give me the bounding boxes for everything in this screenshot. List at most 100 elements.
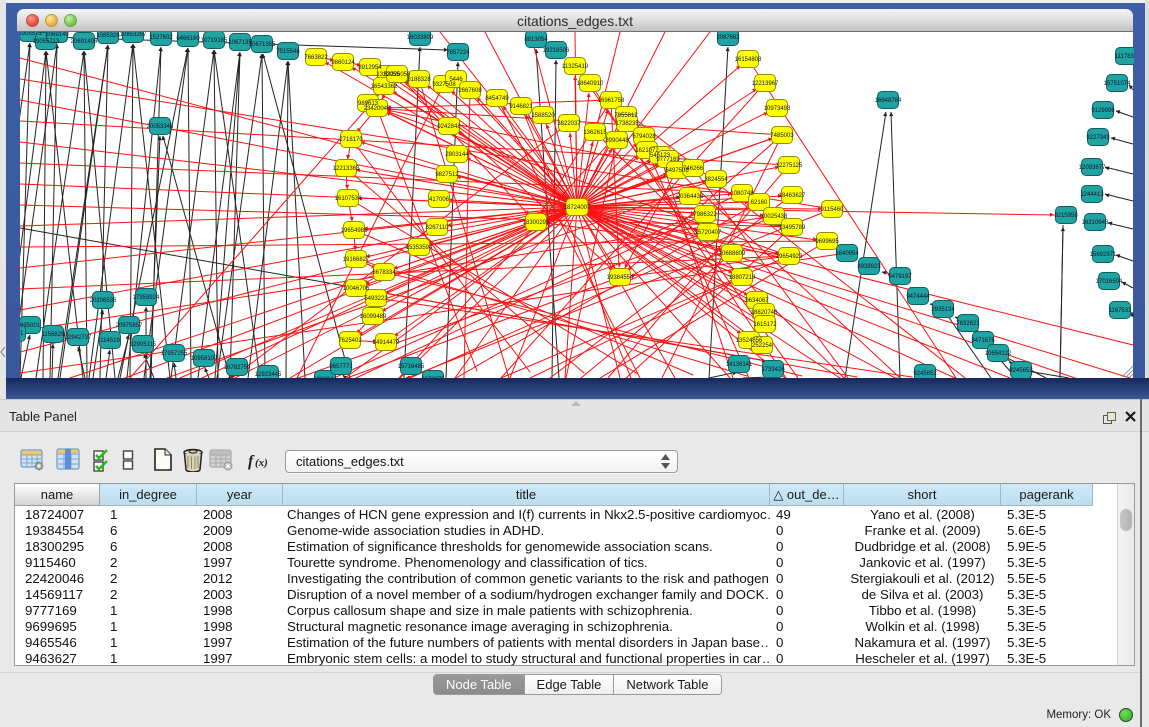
svg-text:9242848: 9242848 bbox=[437, 124, 461, 130]
svg-text:5493222: 5493222 bbox=[364, 296, 388, 302]
svg-text:7625402: 7625402 bbox=[338, 338, 362, 344]
svg-text:10719185: 10719185 bbox=[201, 38, 228, 44]
svg-text:10853267: 10853267 bbox=[120, 32, 147, 38]
svg-text:10958107: 10958107 bbox=[191, 356, 218, 362]
svg-text:8678334: 8678334 bbox=[372, 270, 396, 276]
svg-text:9827512: 9827512 bbox=[435, 172, 459, 178]
svg-text:15751074: 15751074 bbox=[1104, 81, 1131, 87]
svg-text:12923445: 12923445 bbox=[255, 372, 282, 378]
svg-text:18807219: 18807219 bbox=[729, 275, 756, 281]
svg-text:23420046: 23420046 bbox=[364, 106, 391, 112]
svg-text:2718170: 2718170 bbox=[339, 137, 363, 143]
svg-text:9146821: 9146821 bbox=[509, 104, 533, 110]
svg-text:15716485: 15716485 bbox=[398, 364, 425, 370]
svg-text:15692971: 15692971 bbox=[1090, 252, 1117, 258]
svg-text:12213363: 12213363 bbox=[333, 166, 360, 172]
svg-text:1640954: 1640954 bbox=[835, 251, 859, 257]
svg-text:2803144: 2803144 bbox=[445, 152, 469, 158]
svg-text:835001: 835001 bbox=[20, 323, 41, 329]
svg-text:2087662: 2087662 bbox=[716, 35, 740, 41]
svg-text:14136141: 14136141 bbox=[726, 362, 753, 368]
svg-text:9657771: 9657771 bbox=[329, 364, 353, 370]
svg-text:20206536: 20206536 bbox=[90, 298, 117, 304]
svg-text:20053346: 20053346 bbox=[147, 124, 174, 130]
svg-text:7986322: 7986322 bbox=[693, 212, 717, 218]
svg-text:9474444: 9474444 bbox=[906, 294, 930, 300]
svg-text:1085326: 1085326 bbox=[96, 33, 120, 39]
svg-text:20364436: 20364436 bbox=[677, 194, 704, 200]
svg-text:16961758: 16961758 bbox=[598, 98, 625, 104]
svg-text:16543362: 16543362 bbox=[371, 84, 398, 90]
svg-text:17016504: 17016504 bbox=[1096, 279, 1123, 285]
svg-text:18300295: 18300295 bbox=[523, 220, 550, 226]
svg-text:9245652: 9245652 bbox=[1009, 368, 1033, 374]
svg-text:16033809: 16033809 bbox=[407, 35, 434, 41]
svg-text:1080748: 1080748 bbox=[730, 191, 754, 197]
svg-text:9860124: 9860124 bbox=[331, 60, 355, 66]
svg-text:1167533: 1167533 bbox=[1109, 308, 1133, 314]
svg-text:62160: 62160 bbox=[751, 200, 768, 206]
svg-text:15353594: 15353594 bbox=[406, 245, 433, 251]
svg-text:8267110: 8267110 bbox=[426, 225, 450, 231]
svg-text:12275125: 12275125 bbox=[776, 163, 803, 169]
svg-text:9777169: 9777169 bbox=[656, 157, 680, 163]
svg-text:16099489: 16099489 bbox=[360, 314, 387, 320]
svg-text:17957255: 17957255 bbox=[161, 351, 188, 357]
svg-text:19654923: 19654923 bbox=[776, 254, 803, 260]
svg-text:1615172: 1615172 bbox=[753, 322, 777, 328]
svg-text:10046706: 10046706 bbox=[343, 286, 370, 292]
svg-text:3822037: 3822037 bbox=[557, 121, 581, 127]
svg-text:8186328: 8186328 bbox=[407, 77, 431, 83]
svg-text:6466160: 6466160 bbox=[176, 36, 200, 42]
svg-text:9129996: 9129996 bbox=[1091, 108, 1115, 114]
svg-text:16154808: 16154808 bbox=[735, 57, 762, 63]
svg-text:1905571: 1905571 bbox=[20, 32, 42, 37]
svg-text:6794028: 6794028 bbox=[632, 134, 656, 140]
svg-text:17359924: 17359924 bbox=[133, 295, 160, 301]
svg-text:19166827: 19166827 bbox=[343, 257, 370, 263]
svg-text:1738235: 1738235 bbox=[615, 121, 639, 127]
svg-text:8990448: 8990448 bbox=[605, 138, 629, 144]
svg-text:19218506: 19218506 bbox=[543, 48, 570, 54]
svg-text:9699695: 9699695 bbox=[815, 239, 839, 245]
svg-text:9227343: 9227343 bbox=[1086, 135, 1110, 141]
svg-text:1527602: 1527602 bbox=[149, 35, 173, 41]
svg-text:9115460: 9115460 bbox=[821, 207, 845, 213]
svg-text:2069140: 2069140 bbox=[45, 32, 69, 38]
svg-text:7663822: 7663822 bbox=[304, 55, 328, 61]
svg-text:12905115: 12905115 bbox=[130, 342, 157, 348]
svg-text:252254: 252254 bbox=[752, 343, 773, 349]
svg-text:11325419: 11325419 bbox=[562, 64, 589, 70]
svg-text:12942737: 12942737 bbox=[65, 335, 92, 341]
svg-text:7955812: 7955812 bbox=[614, 113, 638, 119]
svg-text:19384554: 19384554 bbox=[607, 275, 634, 281]
svg-text:16782759: 16782759 bbox=[224, 365, 251, 371]
svg-text:19654985: 19654985 bbox=[341, 228, 368, 234]
svg-text:2667608: 2667608 bbox=[458, 88, 482, 94]
svg-text:7515546: 7515546 bbox=[276, 49, 300, 55]
svg-text:12093877: 12093877 bbox=[1079, 165, 1106, 171]
svg-text:9245652: 9245652 bbox=[913, 371, 937, 377]
svg-text:9634067: 9634067 bbox=[745, 298, 769, 304]
svg-text:8938923: 8938923 bbox=[857, 264, 881, 270]
svg-text:15720407: 15720407 bbox=[695, 230, 722, 236]
svg-text:8215958: 8215958 bbox=[1054, 213, 1078, 219]
svg-text:7632621: 7632621 bbox=[956, 321, 980, 327]
svg-text:16648784: 16648784 bbox=[875, 98, 902, 104]
svg-text:6479197: 6479197 bbox=[888, 274, 912, 280]
svg-text:(x): (x) bbox=[255, 457, 268, 469]
svg-text:7857224: 7857224 bbox=[446, 50, 470, 56]
svg-text:1678275: 1678275 bbox=[421, 377, 445, 378]
svg-text:1362615: 1362615 bbox=[583, 130, 607, 136]
svg-text:1156829: 1156829 bbox=[42, 332, 66, 338]
svg-text:1244413: 1244413 bbox=[1080, 192, 1104, 198]
svg-text:1733426: 1733426 bbox=[761, 367, 785, 373]
svg-text:10671355: 10671355 bbox=[249, 42, 276, 48]
svg-text:5446: 5446 bbox=[449, 77, 463, 83]
svg-text:7485003: 7485003 bbox=[770, 133, 794, 139]
svg-text:18640910: 18640910 bbox=[577, 81, 604, 87]
svg-text:417006: 417006 bbox=[429, 197, 450, 203]
svg-text:3824554: 3824554 bbox=[704, 177, 728, 183]
svg-text:12213967: 12213967 bbox=[752, 81, 779, 87]
svg-text:114519: 114519 bbox=[100, 338, 120, 344]
